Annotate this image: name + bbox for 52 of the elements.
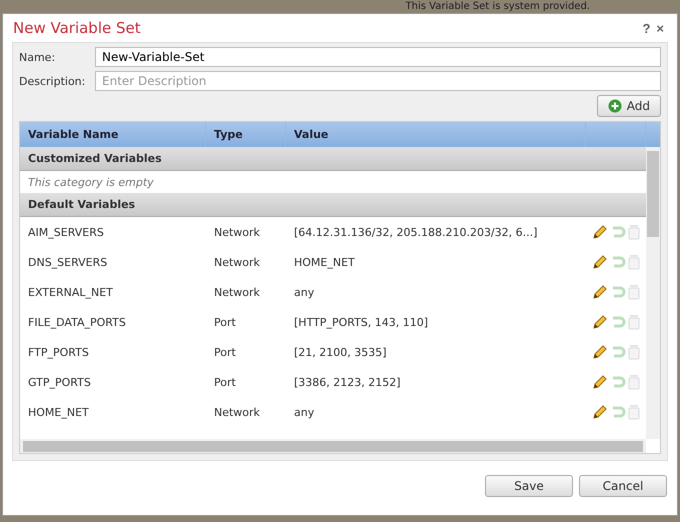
background-text: This Variable Set is system provided. bbox=[406, 0, 590, 13]
description-label: Description: bbox=[19, 74, 86, 88]
table-cell-text: DNS_SERVERS bbox=[27, 256, 108, 268]
pencil-icon[interactable] bbox=[592, 314, 608, 330]
trash-icon[interactable] bbox=[628, 284, 640, 300]
pencil-icon[interactable] bbox=[592, 344, 608, 360]
save-button[interactable]: Save bbox=[485, 475, 573, 497]
name-label: Name: bbox=[19, 50, 56, 64]
help-button[interactable]: ? bbox=[639, 20, 654, 36]
table-cell-text: any bbox=[293, 406, 316, 418]
table-cell-text: [HTTP_PORTS, 143, 110] bbox=[293, 316, 430, 328]
table-cell-text: Network bbox=[213, 226, 261, 238]
trash-icon[interactable] bbox=[628, 344, 640, 360]
horizontal-scrollbar[interactable] bbox=[20, 439, 646, 453]
pencil-icon[interactable] bbox=[592, 224, 608, 240]
pencil-icon[interactable] bbox=[592, 404, 608, 420]
table-cell-text: Port bbox=[213, 376, 237, 388]
table-cell-text: HOME_NET bbox=[27, 406, 90, 418]
table-cell-text: Network bbox=[213, 256, 261, 268]
trash-icon[interactable] bbox=[628, 404, 640, 420]
table-cell-text: FTP_PORTS bbox=[27, 346, 90, 358]
table-cell-text: FILE_DATA_PORTS bbox=[27, 316, 127, 328]
pencil-icon[interactable] bbox=[592, 374, 608, 390]
cancel-button[interactable]: Cancel bbox=[579, 475, 667, 497]
name-field[interactable]: New-Variable-Set bbox=[95, 47, 661, 67]
table-cell-text: Port bbox=[213, 316, 237, 328]
trash-icon[interactable] bbox=[628, 314, 640, 330]
vertical-scrollbar[interactable] bbox=[646, 147, 660, 439]
table-cell-text: EXTERNAL_NET bbox=[27, 286, 114, 298]
trash-icon[interactable] bbox=[628, 374, 640, 390]
table-cell-text: Network bbox=[213, 286, 261, 298]
pencil-icon[interactable] bbox=[592, 254, 608, 270]
pencil-icon[interactable] bbox=[592, 284, 608, 300]
category-header: Default Variables bbox=[20, 193, 646, 217]
table-cell-text: GTP_PORTS bbox=[27, 376, 92, 388]
window-title: New Variable Set bbox=[13, 19, 142, 37]
empty-message: This category is empty bbox=[27, 174, 155, 190]
table-cell-text: HOME_NET bbox=[293, 256, 356, 268]
plus-icon bbox=[608, 99, 622, 113]
table-cell-text: Network bbox=[213, 406, 261, 418]
close-button[interactable]: × bbox=[653, 20, 667, 36]
table-cell-text: Port bbox=[213, 346, 237, 358]
add-button[interactable]: Add bbox=[596, 95, 661, 117]
table-cell-text: any bbox=[293, 286, 316, 298]
table-cell-text: AIM_SERVERS bbox=[27, 226, 105, 238]
description-field[interactable]: Enter Description bbox=[95, 71, 661, 91]
category-header: Customized Variables bbox=[20, 147, 646, 171]
table-cell-text: [64.12.31.136/32, 205.188.210.203/32, 6...] bbox=[293, 226, 538, 238]
trash-icon[interactable] bbox=[628, 254, 640, 270]
table-cell-text: [21, 2100, 3535] bbox=[293, 346, 388, 358]
trash-icon[interactable] bbox=[628, 224, 640, 240]
table-cell-text: [3386, 2123, 2152] bbox=[293, 376, 402, 388]
